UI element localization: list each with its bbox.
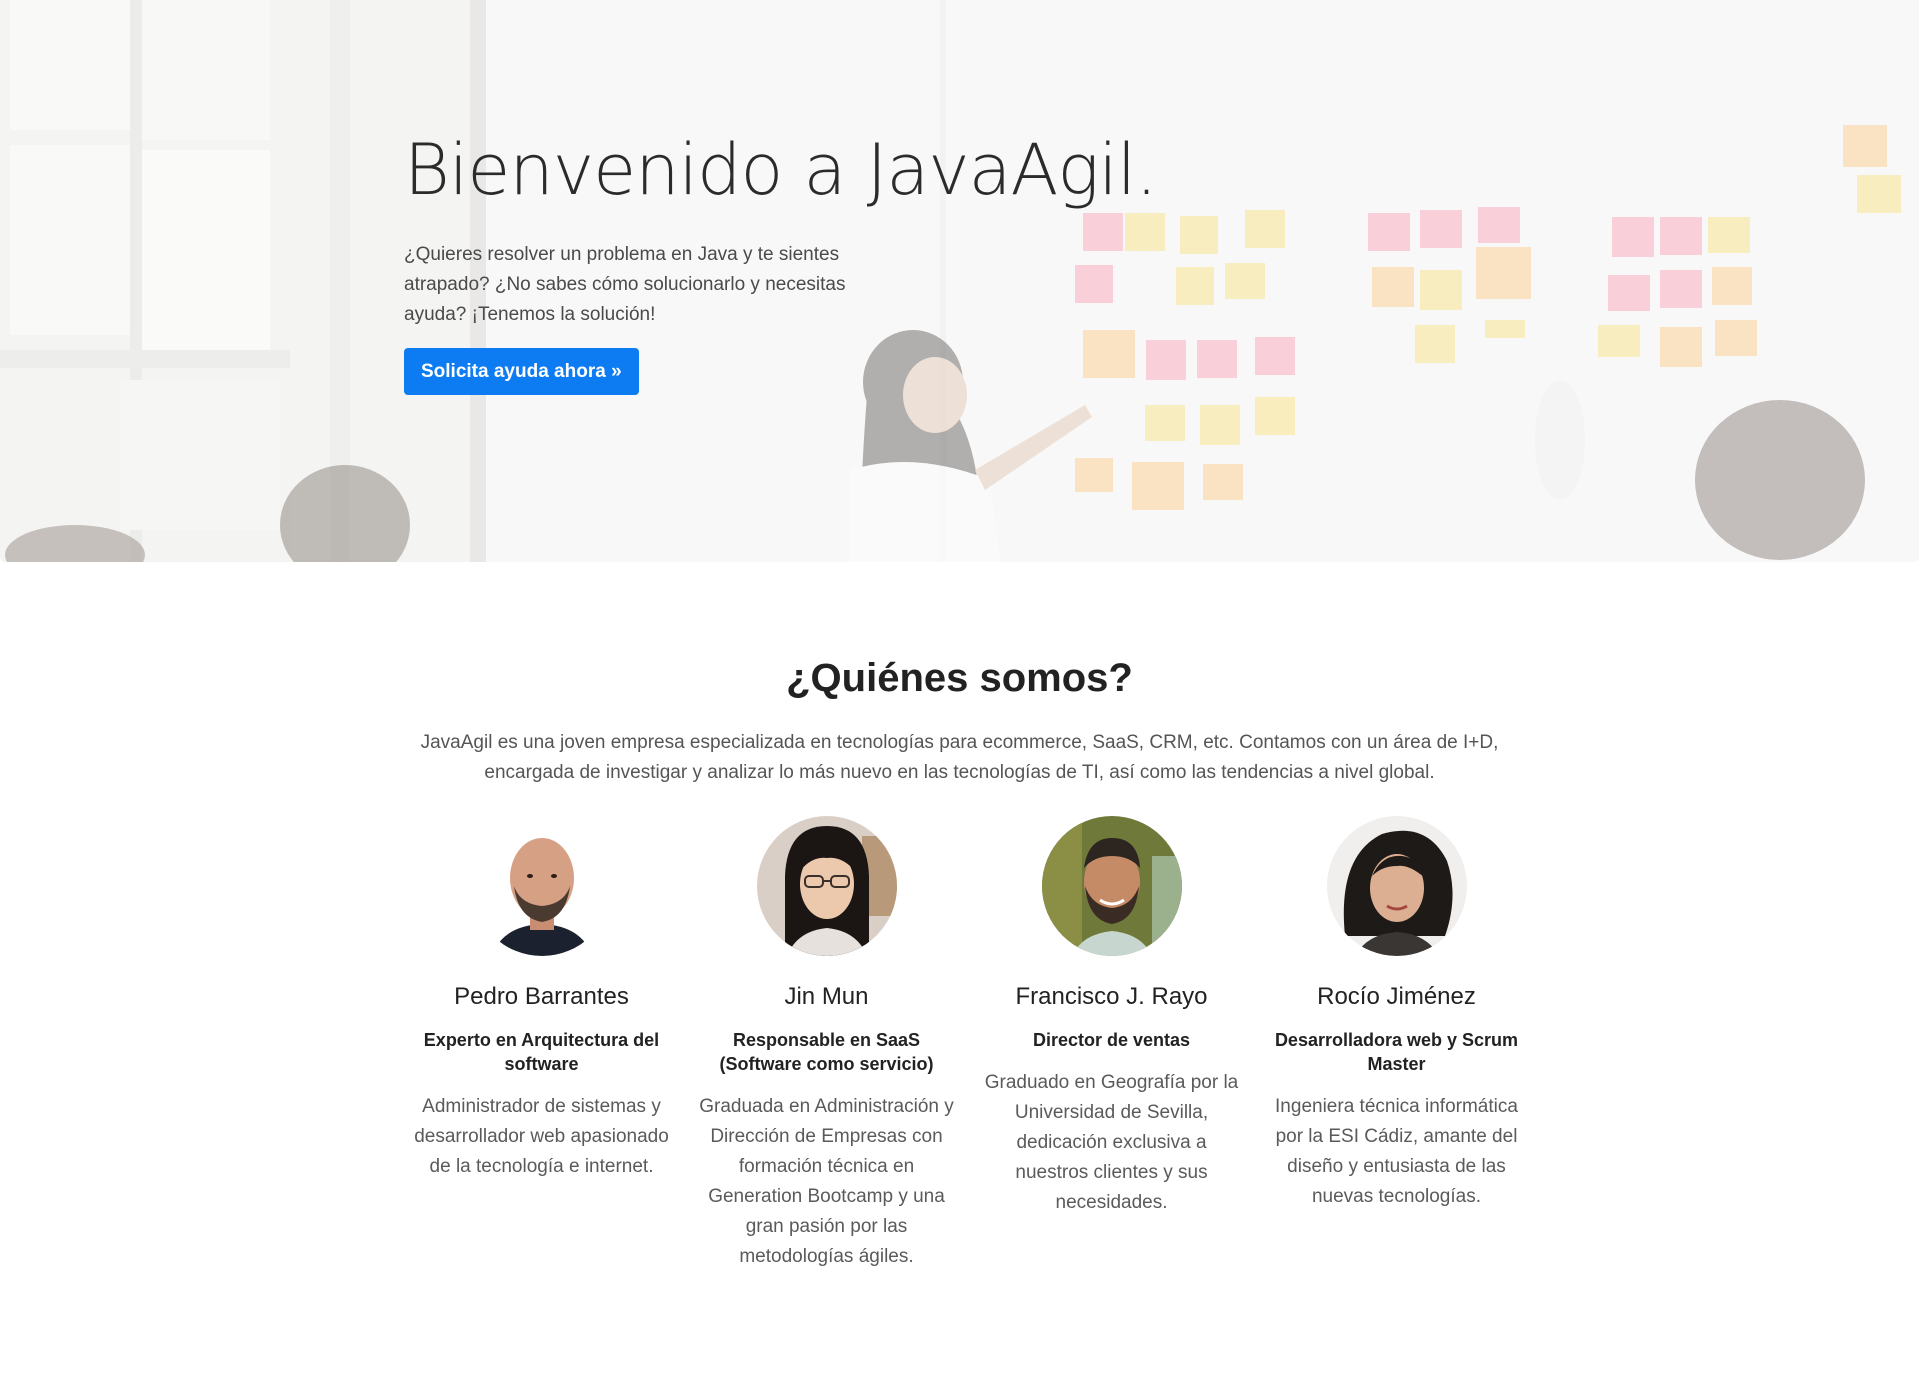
member-name: Francisco J. Rayo [1015,983,1208,1010]
member-bio: Ingeniera técnica informática por la ESI… [1275,1096,1518,1207]
member-bio: Graduado en Geografía por la Universidad… [984,1072,1239,1213]
about-description: JavaAgil es una joven empresa especializ… [420,732,1499,783]
request-help-button[interactable]: Solicita ayuda ahora » [404,348,639,395]
hero-title: Bienvenido a JavaAgil. [404,129,1158,211]
member-name: Jin Mun [784,983,869,1010]
avatar [756,816,897,956]
member-name: Rocío Jiménez [1317,983,1476,1010]
about-section: ¿Quiénes somos? JavaAgil es una joven em… [0,640,1919,788]
member-role: Director de ventas [1032,1030,1191,1050]
team-grid: Pedro Barrantes Experto en Arquitectura … [399,816,1539,1272]
avatar [471,816,612,956]
team-member-card: Pedro Barrantes Experto en Arquitectura … [399,816,684,1272]
hero-banner: Bienvenido a JavaAgil. ¿Quieres resolver… [0,0,1919,562]
member-role: Responsable en SaaS (Software como servi… [719,1030,934,1074]
team-member-card: Rocío Jiménez Desarrolladora web y Scrum… [1254,816,1539,1272]
member-bio: Graduada en Administración y Dirección d… [699,1096,954,1267]
hero-content: Bienvenido a JavaAgil. ¿Quieres resolver… [404,122,1158,395]
hero-lead-text: ¿Quieres resolver un problema en Java y … [404,244,846,325]
member-role: Experto en Arquitectura del software [423,1030,660,1074]
avatar [1326,816,1467,956]
avatar [1041,816,1182,956]
member-role: Desarrolladora web y Scrum Master [1274,1030,1519,1074]
team-member-card: Francisco J. Rayo Director de ventas Gra… [969,816,1254,1272]
member-bio: Administrador de sistemas y desarrollado… [414,1096,669,1177]
team-member-card: Jin Mun Responsable en SaaS (Software co… [684,816,969,1272]
member-name: Pedro Barrantes [454,983,629,1010]
about-title: ¿Quiénes somos? [786,656,1133,700]
